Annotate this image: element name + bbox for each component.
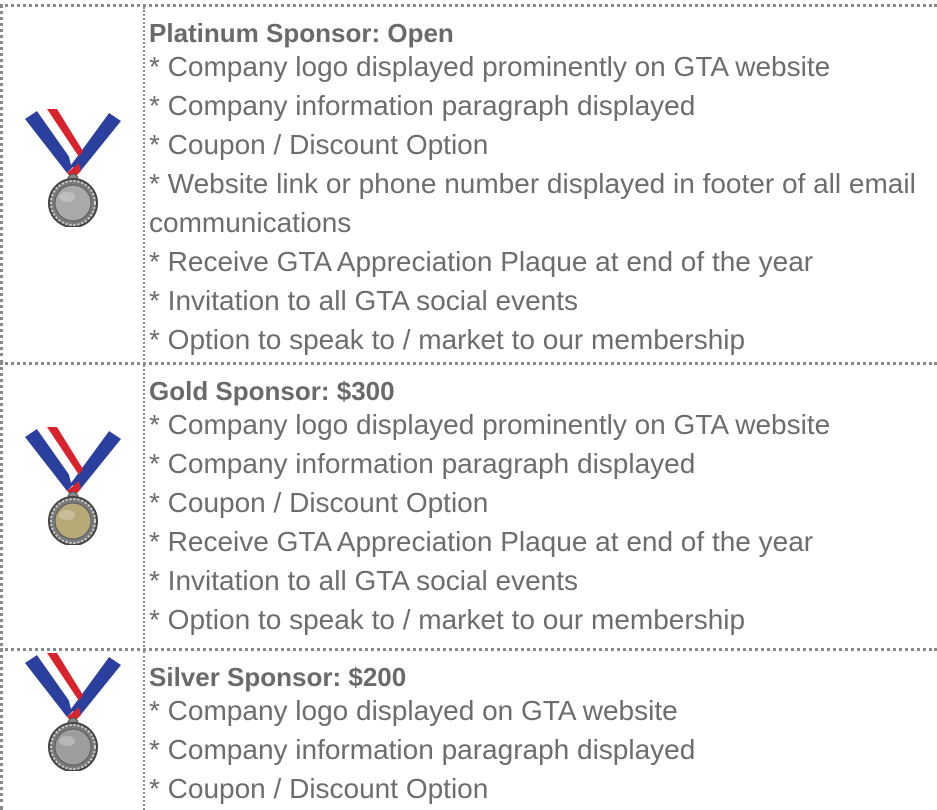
benefit-item: * Company logo displayed on GTA website (149, 695, 678, 726)
tier-title: Gold Sponsor: $300 (149, 376, 395, 406)
column-divider (143, 7, 145, 364)
gold-medal-icon (25, 427, 121, 545)
tier-content: Gold Sponsor: $300 * Company logo displa… (149, 375, 937, 639)
benefit-item: * Option to speak to / market to our mem… (149, 604, 746, 635)
benefit-item: * Option to speak to / market to our mem… (149, 324, 746, 355)
tier-title: Platinum Sponsor: Open (149, 18, 454, 48)
tier-title: Silver Sponsor: $200 (149, 662, 407, 692)
column-divider (143, 651, 145, 810)
benefit-item: * Company logo displayed prominently on … (149, 51, 831, 82)
sponsorship-tiers-table: Platinum Sponsor: Open * Company logo di… (0, 0, 937, 810)
benefit-item: * Coupon / Discount Option (149, 773, 489, 804)
tier-row-silver: Silver Sponsor: $200 * Company logo disp… (0, 648, 937, 810)
tier-row-platinum: Platinum Sponsor: Open * Company logo di… (0, 4, 937, 364)
benefit-item: * Company logo displayed prominently on … (149, 409, 831, 440)
tier-content: Platinum Sponsor: Open * Company logo di… (149, 17, 937, 359)
column-divider (143, 365, 145, 651)
benefit-item: * Receive GTA Appreciation Plaque at end… (149, 526, 814, 557)
benefit-item: * Website link or phone number displayed… (149, 168, 916, 238)
benefit-item: * Invitation to all GTA social events (149, 565, 579, 596)
benefit-item: * Coupon / Discount Option (149, 129, 489, 160)
benefit-item: * Invitation to all GTA social events (149, 285, 579, 316)
benefit-item: * Company information paragraph displaye… (149, 734, 696, 765)
tier-content: Silver Sponsor: $200 * Company logo disp… (149, 661, 937, 808)
benefit-item: * Company information paragraph displaye… (149, 90, 696, 121)
benefit-item: * Receive GTA Appreciation Plaque at end… (149, 246, 814, 277)
tier-row-gold: Gold Sponsor: $300 * Company logo displa… (0, 362, 937, 651)
benefit-item: * Company information paragraph displaye… (149, 448, 696, 479)
benefit-item: * Coupon / Discount Option (149, 487, 489, 518)
silver-medal-icon (25, 653, 121, 771)
silver-medal-icon (25, 109, 121, 227)
